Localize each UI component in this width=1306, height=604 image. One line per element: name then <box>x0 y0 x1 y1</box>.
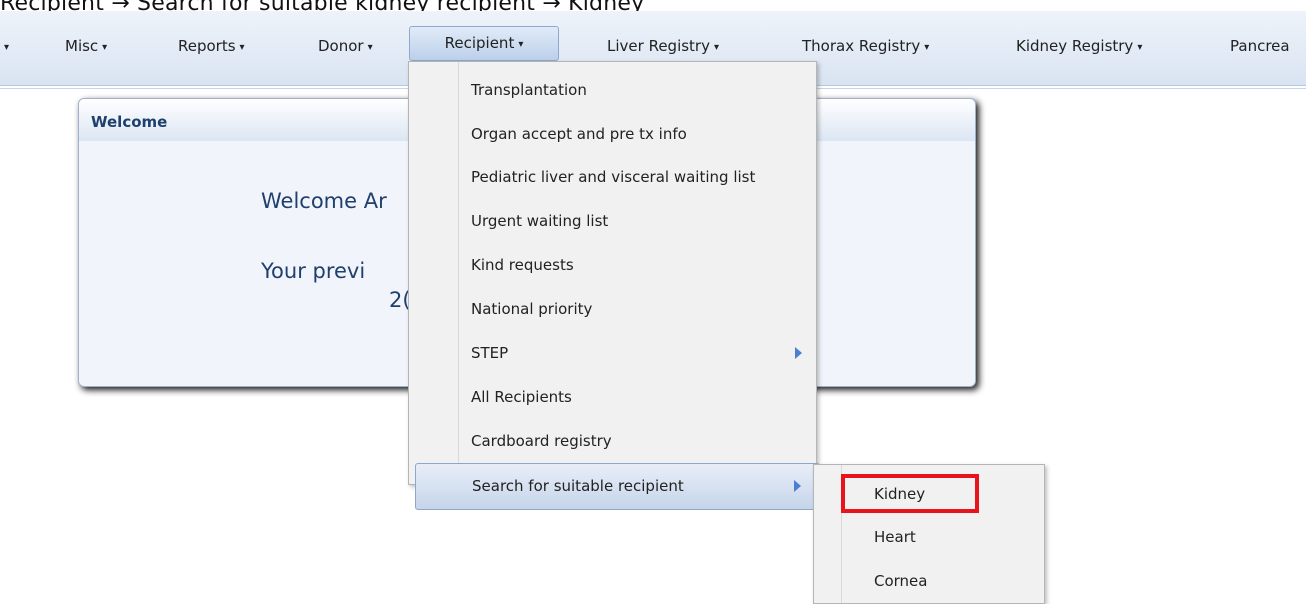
menu-item-label: Heart <box>874 528 916 546</box>
nav-label: Kidney Registry <box>1016 37 1134 55</box>
nav-liver-registry[interactable]: Liver Registry ▾ <box>607 31 719 62</box>
menu-item-label: All Recipients <box>471 388 572 406</box>
menu-item-pediatric-liver[interactable]: Pediatric liver and visceral waiting lis… <box>409 155 816 199</box>
menu-item-label: Organ accept and pre tx info <box>471 125 687 143</box>
menu-item-urgent-waiting-list[interactable]: Urgent waiting list <box>409 199 816 243</box>
nav-kidney-registry[interactable]: Kidney Registry ▾ <box>1016 31 1142 62</box>
recipient-dropdown-menu: Transplantation Organ accept and pre tx … <box>408 61 820 510</box>
menu-item-label: Kind requests <box>471 256 574 274</box>
nav-donor[interactable]: Donor ▾ <box>318 31 373 62</box>
menu-item-label: STEP <box>471 344 509 362</box>
welcome-message: Welcome Ar <box>261 189 387 213</box>
nav-label: Thorax Registry <box>802 37 921 55</box>
previous-login-text: Your previ <box>261 259 366 283</box>
submenu-arrow-icon <box>794 480 801 492</box>
menu-item-label: Cornea <box>874 572 928 590</box>
nav-label: Donor <box>318 37 364 55</box>
menu-item-search-suitable-recipient[interactable]: Search for suitable recipient <box>415 463 820 510</box>
nav-label: Reports <box>178 37 236 55</box>
menu-item-label: Search for suitable recipient <box>472 477 684 495</box>
menu-item-organ-accept[interactable]: Organ accept and pre tx info <box>409 112 816 156</box>
nav-label: Misc <box>65 37 99 55</box>
nav-reports[interactable]: Reports ▾ <box>178 31 245 62</box>
nav-label: Pancrea <box>1230 37 1290 55</box>
nav-thorax-registry[interactable]: Thorax Registry ▾ <box>802 31 929 62</box>
nav-pancreas-registry[interactable]: Pancrea <box>1230 31 1290 62</box>
caret-down-icon: ▾ <box>924 42 930 53</box>
menu-item-label: National priority <box>471 300 593 318</box>
nav-recipient[interactable]: Recipient ▾ <box>409 26 559 61</box>
nav-label: Recipient <box>444 34 515 52</box>
caret-down-icon: ▾ <box>102 42 108 53</box>
nav-label: Liver Registry <box>607 37 710 55</box>
menu-item-step[interactable]: STEP <box>409 331 816 375</box>
menu-item-all-recipients[interactable]: All Recipients <box>409 375 816 419</box>
submenu-arrow-icon <box>795 347 802 359</box>
menu-item-label: Transplantation <box>471 81 587 99</box>
caret-down-icon: ▾ <box>713 42 720 53</box>
menu-item-label: Pediatric liver and visceral waiting lis… <box>471 168 756 186</box>
submenu-item-cornea[interactable]: Cornea <box>814 558 1044 604</box>
panel-title: Welcome <box>91 113 168 131</box>
highlight-box <box>841 474 979 513</box>
nav-misc[interactable]: Misc ▾ <box>65 31 107 62</box>
caret-down-icon: ▾ <box>239 42 245 53</box>
submenu-item-heart[interactable]: Heart <box>814 514 1044 560</box>
menu-item-label: Urgent waiting list <box>471 212 609 230</box>
menu-item-transplantation[interactable]: Transplantation <box>409 68 816 112</box>
menu-item-national-priority[interactable]: National priority <box>409 287 816 331</box>
caret-down-icon: ▾ <box>518 39 524 50</box>
nav-caret-icon[interactable]: ▾ <box>0 31 9 62</box>
menu-item-kind-requests[interactable]: Kind requests <box>409 243 816 287</box>
menu-item-label: Cardboard registry <box>471 432 612 450</box>
caret-down-icon: ▾ <box>1137 42 1143 53</box>
menu-item-cardboard-registry[interactable]: Cardboard registry <box>409 419 816 463</box>
caret-down-icon: ▾ <box>367 42 373 53</box>
